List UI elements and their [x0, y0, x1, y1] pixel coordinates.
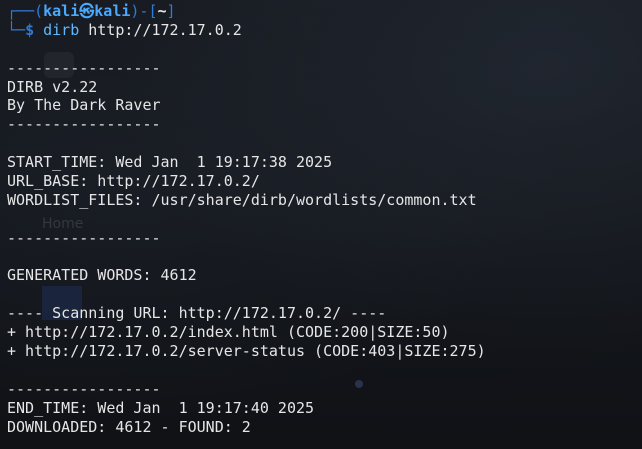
output-line: + http://172.17.0.2/server-status (CODE:… [7, 342, 486, 361]
output-line: ----------------- [7, 58, 161, 77]
prompt-frame-top: ┌──( [7, 2, 44, 20]
output-line: DIRB v2.22 [7, 77, 98, 96]
prompt-cwd: ~ [157, 2, 167, 20]
prompt-host: kali [94, 2, 131, 20]
prompt-skull-icon: ㉿ [79, 2, 95, 20]
command-name: dirb [43, 20, 80, 39]
prompt-user: kali [43, 2, 80, 20]
command-output: ----------------- DIRB v2.22 By The Dark R… [7, 40, 642, 437]
command-argument: http://172.17.0.2 [88, 20, 242, 39]
output-line: START_TIME: Wed Jan 1 19:17:38 2025 [7, 153, 333, 172]
output-line: WORDLIST_FILES: /usr/share/dirb/wordlist… [7, 190, 477, 209]
output-line: GENERATED WORDS: 4612 [7, 266, 197, 285]
output-line: ----------------- [7, 379, 161, 398]
terminal-content: ┌──(kali㉿kali)-[~] └─$ dirb http://172.1… [7, 2, 642, 436]
output-line: END_TIME: Wed Jan 1 19:17:40 2025 [7, 398, 315, 417]
output-line: ---- Scanning URL: http://172.17.0.2/ --… [7, 304, 387, 323]
output-line: + http://172.17.0.2/index.html (CODE:200… [7, 323, 450, 342]
prompt-symbol: $ [25, 20, 35, 39]
prompt-frame-mid: )-[ [130, 2, 158, 20]
output-line: ----------------- [7, 115, 161, 134]
output-line: DOWNLOADED: 4612 - FOUND: 2 [7, 417, 251, 436]
prompt-line-command: └─$ dirb http://172.17.0.2 [7, 21, 642, 40]
prompt-line-top: ┌──(kali㉿kali)-[~] [7, 2, 642, 21]
terminal-window[interactable]: Home ┌──(kali㉿kali)-[~] └─$ dirb http://… [0, 0, 642, 449]
output-line: URL_BASE: http://172.17.0.2/ [7, 172, 260, 191]
prompt-frame-end: ] [166, 2, 176, 20]
output-line: ----------------- [7, 228, 161, 247]
prompt-frame-bottom: └─ [7, 20, 26, 39]
output-line: By The Dark Raver [7, 96, 161, 115]
